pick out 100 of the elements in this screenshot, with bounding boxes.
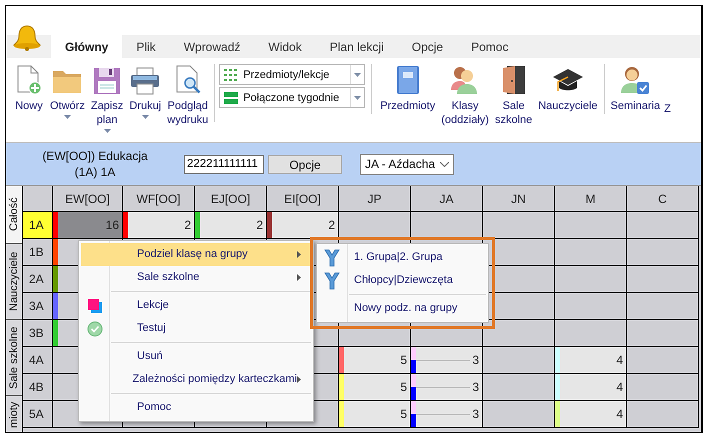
- lesson-cell[interactable]: 5: [339, 347, 411, 374]
- ribbon-button[interactable]: Zapisz plan: [88, 64, 126, 133]
- door-icon: [500, 64, 527, 96]
- column-header: M: [555, 186, 627, 212]
- lesson-cell[interactable]: 4: [555, 347, 627, 374]
- lesson-cell[interactable]: 2: [267, 212, 339, 239]
- table-cell: [555, 239, 627, 266]
- lesson-count: 5: [400, 352, 407, 369]
- fork-icon: [324, 272, 340, 290]
- chevron-down-icon: [440, 162, 450, 166]
- menu-item[interactable]: Pomoc: [81, 396, 311, 419]
- side-tab[interactable]: Nauczyciele: [6, 244, 22, 320]
- lesson-cell[interactable]: 3: [411, 401, 483, 428]
- row-header[interactable]: 1A: [23, 212, 53, 239]
- ribbon-button[interactable]: Podgląd wydruku: [165, 64, 210, 127]
- lesson-cell[interactable]: 3: [411, 374, 483, 401]
- lesson-cell[interactable]: 16: [53, 212, 123, 239]
- side-tab[interactable]: Sale szkolne: [6, 320, 22, 396]
- table-cell: [627, 320, 699, 347]
- ribbon-tab[interactable]: Plik: [122, 35, 170, 58]
- submenu-arrow-icon: [297, 251, 301, 258]
- ribbon-tab[interactable]: Opcje: [398, 35, 458, 58]
- table-cell: [555, 266, 627, 293]
- menu-item[interactable]: Testuj: [81, 317, 311, 340]
- column-header: C: [627, 186, 699, 212]
- view-combo-box[interactable]: Połączone tygodnie: [219, 87, 366, 108]
- lesson-count: 2: [184, 217, 191, 234]
- menu-item[interactable]: Zależności pomiędzy karteczkami: [81, 368, 311, 391]
- ribbon-tab[interactable]: Pomoc: [457, 35, 522, 58]
- submenu-arrow-icon: [297, 274, 301, 281]
- side-tab[interactable]: mioty: [6, 396, 22, 432]
- ribbon-button[interactable]: Nauczyciele: [536, 64, 600, 113]
- table-cell: [627, 293, 699, 320]
- ribbon-button[interactable]: Z: [664, 102, 671, 116]
- options-button[interactable]: Opcje: [268, 154, 342, 174]
- lesson-count: 16: [106, 217, 119, 234]
- teacher-select[interactable]: JA - Aźdacha: [360, 154, 454, 174]
- column-header: JA: [411, 186, 483, 212]
- lesson-count: 4: [616, 379, 623, 396]
- lesson-cell[interactable]: 3: [411, 347, 483, 374]
- ribbon-button[interactable]: Seminaria: [608, 64, 662, 113]
- view-combo-box[interactable]: Przedmioty/lekcje: [219, 64, 366, 85]
- ribbon-button[interactable]: Drukuj: [127, 64, 164, 119]
- selection-label: (EW[OO]) Edukacja: [42, 148, 148, 164]
- ribbon-button[interactable]: Otwórz: [48, 64, 87, 119]
- lesson-count: 3: [472, 406, 479, 423]
- menu-item[interactable]: Podziel klasę na grupy: [81, 243, 311, 266]
- side-tab[interactable]: Całość: [6, 186, 22, 244]
- lesson-cell[interactable]: 4: [555, 374, 627, 401]
- menu-item[interactable]: Chłopcy|Dziewczęta: [317, 269, 488, 292]
- row-header[interactable]: 4B: [23, 374, 53, 401]
- lesson-count: 2: [256, 217, 263, 234]
- lesson-count: 4: [616, 406, 623, 423]
- menu-item[interactable]: Sale szkolne: [81, 266, 311, 289]
- selection-label: (1A) 1A: [74, 164, 116, 180]
- lesson-cell[interactable]: 2: [123, 212, 195, 239]
- table-cell: [627, 266, 699, 293]
- submenu-arrow-icon: [297, 376, 301, 383]
- fork-icon: [324, 248, 340, 266]
- book-icon: [394, 64, 421, 96]
- table-cell: [627, 401, 699, 428]
- table-cell: [627, 212, 699, 239]
- ribbon-tab[interactable]: Widok: [254, 35, 316, 58]
- person-check-icon: [619, 64, 652, 96]
- ribbon-button[interactable]: Nowy: [12, 64, 46, 113]
- table-cell: [555, 293, 627, 320]
- ribbon-tab[interactable]: Plan lekcji: [316, 35, 398, 58]
- lesson-cell[interactable]: 5: [339, 374, 411, 401]
- menu-item[interactable]: Usuń: [81, 345, 311, 368]
- table-cell: [627, 374, 699, 401]
- lesson-count: 3: [472, 352, 479, 369]
- row-header[interactable]: 5A: [23, 401, 53, 428]
- lesson-cell[interactable]: 2: [195, 212, 267, 239]
- table-cell: [627, 239, 699, 266]
- table-cell: [627, 347, 699, 374]
- ribbon-button[interactable]: Przedmioty: [378, 64, 438, 113]
- check-circle-icon: [87, 320, 103, 336]
- ribbon-tab[interactable]: Wprowadź: [170, 35, 254, 58]
- column-header: JP: [339, 186, 411, 212]
- menu-item[interactable]: Lekcje: [81, 294, 311, 317]
- lesson-count: 3: [472, 379, 479, 396]
- column-header: JN: [483, 186, 555, 212]
- ribbon-button[interactable]: Sale szkolne: [492, 64, 534, 127]
- menu-item[interactable]: Nowy podz. na grupy: [317, 297, 488, 320]
- squares-icon: [87, 298, 103, 314]
- ribbon-tab[interactable]: Główny: [51, 35, 122, 58]
- lesson-count: 4: [616, 352, 623, 369]
- lesson-count: 2: [328, 217, 335, 234]
- menu-item[interactable]: 1. Grupa|2. Grupa: [317, 246, 488, 269]
- lesson-count: 5: [400, 406, 407, 423]
- lesson-cell[interactable]: 5: [339, 401, 411, 428]
- dropdown-caret-icon: [354, 72, 362, 76]
- code-input-field[interactable]: 222211111111: [184, 154, 264, 174]
- table-cell: [555, 212, 627, 239]
- dropdown-caret-icon: [354, 96, 362, 100]
- bars-icon: [224, 92, 238, 104]
- ribbon-button[interactable]: Klasy (oddziały): [439, 64, 491, 127]
- lesson-cell[interactable]: 4: [555, 401, 627, 428]
- row-header[interactable]: 4A: [23, 347, 53, 374]
- lesson-count: 5: [400, 379, 407, 396]
